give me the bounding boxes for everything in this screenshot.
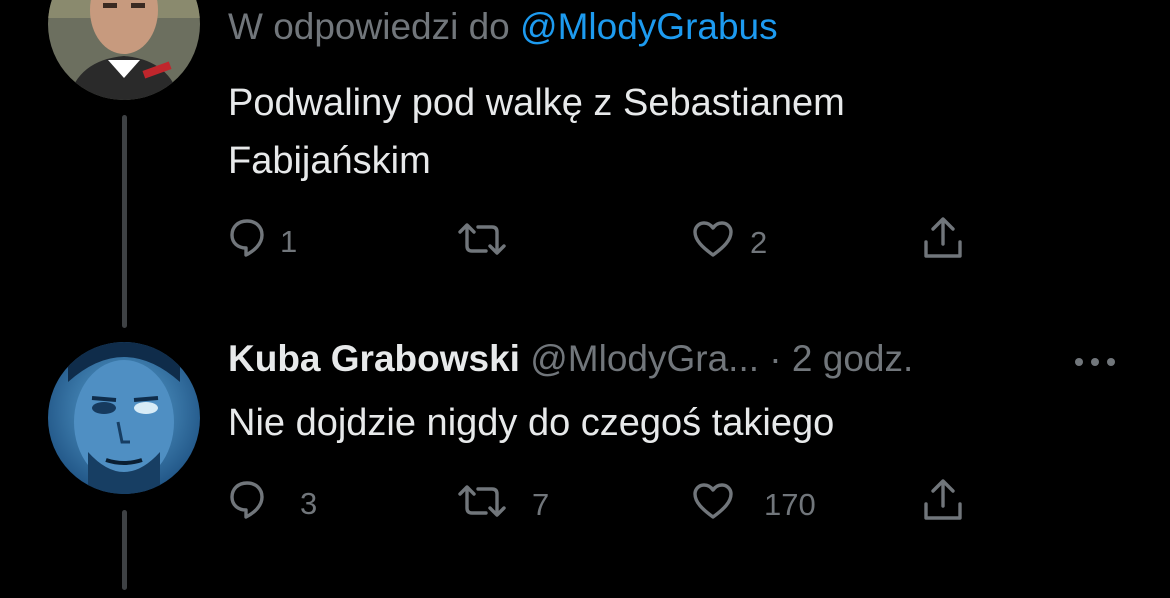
more-dots-icon [1075, 358, 1115, 366]
second-retweet-count: 7 [532, 487, 550, 522]
thread-line-upper [122, 115, 127, 328]
author-name-link[interactable]: Kuba Grabowski [228, 338, 520, 379]
second-like-count: 170 [764, 487, 816, 522]
second-retweet-button[interactable]: 7 [456, 484, 549, 526]
first-retweet-button[interactable] [456, 222, 524, 264]
first-share-button[interactable] [921, 216, 965, 265]
thread-line-lower [122, 510, 127, 590]
second-share-button[interactable] [921, 478, 965, 527]
avatar-photo-icon [48, 0, 200, 100]
first-like-count: 2 [750, 225, 768, 260]
avatar-photo-icon [48, 342, 200, 494]
second-reply-count: 3 [300, 486, 318, 521]
second-reply-button[interactable]: 3 [230, 480, 317, 528]
first-tweet-text-line1: Podwaliny pod walkę z Sebastianem [228, 82, 845, 124]
retweet-arrows-icon [456, 484, 508, 526]
first-like-button[interactable]: 2 [692, 220, 767, 266]
more-options-button[interactable] [1072, 355, 1118, 369]
speech-bubble-icon [230, 218, 264, 266]
second-like-button[interactable]: 170 [692, 482, 816, 528]
share-upload-icon [921, 217, 965, 264]
reply-to-line: W odpowiedzi do @MlodyGrabus [228, 6, 778, 48]
heart-icon [692, 482, 734, 528]
avatar-first-user[interactable] [48, 0, 200, 100]
first-tweet-text-line2: Fabijańskim [228, 140, 431, 182]
author-handle[interactable]: @MlodyGra... [530, 338, 759, 379]
second-tweet-text: Nie dojdzie nigdy do czegoś takiego [228, 402, 835, 444]
header-separator: · [769, 338, 782, 379]
first-reply-count: 1 [280, 224, 298, 259]
heart-icon [692, 220, 734, 266]
tweet-header: Kuba Grabowski @MlodyGra... · 2 godz. [228, 338, 913, 380]
tweet-timestamp[interactable]: 2 godz. [792, 338, 913, 379]
speech-bubble-icon [230, 480, 264, 528]
first-reply-button[interactable]: 1 [230, 218, 297, 266]
retweet-arrows-icon [456, 222, 508, 264]
share-upload-icon [921, 479, 965, 526]
reply-to-mention-link[interactable]: @MlodyGrabus [520, 6, 778, 47]
reply-to-prefix: W odpowiedzi do [228, 6, 510, 47]
avatar-kuba-grabowski[interactable] [48, 342, 200, 494]
